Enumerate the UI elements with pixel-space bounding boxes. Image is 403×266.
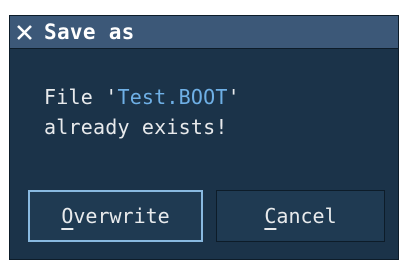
dialog-title: Save as xyxy=(44,20,135,44)
cancel-button[interactable]: Cancel xyxy=(216,190,385,242)
dialog-titlebar: Save as xyxy=(10,16,398,49)
overwrite-accelerator: O xyxy=(61,204,74,228)
message-filename: Test.BOOT xyxy=(117,85,228,109)
cancel-label: ancel xyxy=(276,204,337,228)
close-icon xyxy=(17,25,32,40)
message-prefix: File ' xyxy=(44,85,118,109)
overwrite-label: verwrite xyxy=(73,204,170,228)
save-as-dialog: Save as File 'Test.BOOT' already exists!… xyxy=(9,15,399,260)
dialog-message: File 'Test.BOOT' already exists! xyxy=(44,82,240,142)
message-suffix: ' xyxy=(227,85,240,109)
overwrite-button[interactable]: Overwrite xyxy=(28,190,203,242)
message-line2: already exists! xyxy=(44,115,228,139)
cancel-accelerator: C xyxy=(264,204,277,228)
close-button[interactable] xyxy=(13,20,37,44)
